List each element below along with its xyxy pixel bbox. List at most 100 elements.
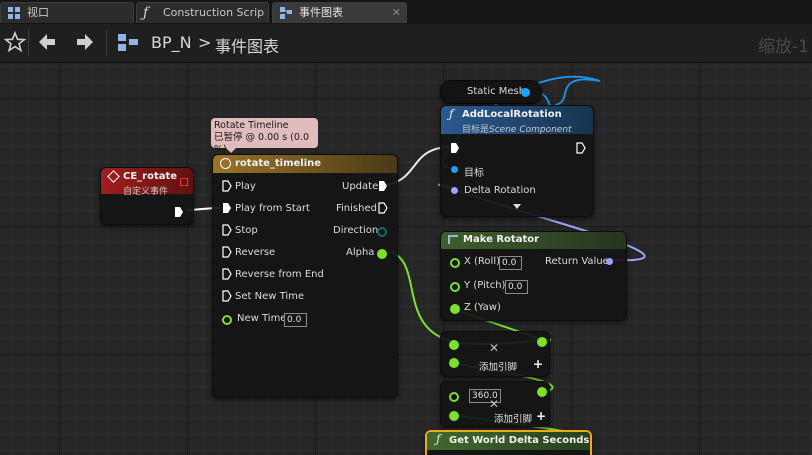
exec-out-pin[interactable] [378,202,388,214]
object-out-pin[interactable] [521,88,530,97]
exec-out-pin[interactable] [378,180,388,192]
clock-icon [220,158,231,169]
pin-x-roll: X (Roll) [464,256,501,267]
pin-finished: Finished [336,203,377,214]
comment-pointer [226,148,236,153]
pin-alpha: Alpha [346,247,375,258]
toolbar: BP_N > 事件图表 缩放-1 [0,24,812,63]
exec-out-pin[interactable] [576,142,586,154]
pin-play-from-start: Play from Start [235,203,310,214]
exec-in-pin[interactable] [222,268,232,280]
exec-out-pin[interactable] [174,206,184,218]
zoom-level: 缩放-1 [758,37,809,57]
pin-new-time: New Time [237,313,287,324]
struct-out-pin[interactable] [606,258,613,265]
expand-arrow-icon[interactable] [513,204,521,209]
float-in-pin[interactable] [450,304,460,314]
exec-in-pin[interactable] [222,180,232,192]
node-title: Make Rotator [463,234,540,245]
variable-label: Static Mesh [467,86,526,97]
node-title: AddLocalRotation [462,109,562,120]
tab-event-graph[interactable]: 事件图表 ✕ [272,2,407,23]
exec-in-pin[interactable] [222,290,232,302]
pin-delta-rotation: Delta Rotation [464,185,536,196]
float-in-pin[interactable] [450,282,460,292]
tab-viewport[interactable]: 视口 [0,2,134,23]
close-icon[interactable]: ✕ [392,3,401,23]
static-mesh-variable-node[interactable]: Static Mesh [440,80,542,104]
add-pin-plus-icon[interactable]: + [536,409,546,423]
multiply-icon: ✕ [489,341,500,355]
exec-in-pin[interactable] [222,246,232,258]
favorite-star-icon[interactable] [3,30,28,55]
pin-set-new-time: Set New Time [235,291,305,302]
float-in-pin[interactable] [222,315,232,325]
exec-in-pin[interactable] [450,142,460,154]
subtitle-class: Scene Component [489,125,572,135]
add-pin-label[interactable]: 添加引脚 [494,411,532,425]
wires-layer [185,75,646,440]
float-in-pin[interactable] [449,358,459,368]
add-local-rotation-node[interactable]: ƒ AddLocalRotation 目标是Scene Component 目标… [440,105,594,217]
node-title: rotate_timeline [235,158,322,169]
pin-y-pitch: Y (Pitch) [464,280,506,291]
y-pitch-input[interactable]: 0.0 [505,280,528,294]
exec-in-pin[interactable] [222,202,232,214]
blueprint-graph-icon [116,31,140,55]
pin-reverse: Reverse [235,247,276,258]
function-icon: ƒ [143,5,149,21]
tab-label: Construction Scrip [163,6,265,19]
float-in-pin[interactable] [450,258,460,268]
pin-z-yaw: Z (Yaw) [464,302,501,313]
float-in-pin[interactable] [449,340,459,350]
tab-bar: 视口 ƒ Construction Scrip 事件图表 ✕ [0,0,812,24]
pin-direction: Direction [333,225,379,236]
pin-play: Play [235,181,256,192]
timeline-node[interactable]: rotate_timeline Play Play from Start Sto… [212,154,398,398]
custom-event-node[interactable]: CE_rotate 自定义事件 [100,167,194,225]
graph-canvas[interactable]: Rotate Timeline 已暂停 @ 0.00 s (0.0 %) CE_… [0,63,812,455]
back-arrow-icon[interactable] [36,31,60,55]
float-out-pin[interactable] [537,387,547,397]
comment-line-1: Rotate Timeline [214,120,289,131]
struct-in-pin[interactable] [451,187,458,194]
float-out-pin[interactable] [537,337,547,347]
toolbar-divider [106,30,107,56]
x-roll-input[interactable]: 0.0 [499,256,522,270]
tab-construction-script[interactable]: ƒ Construction Scrip [136,2,269,23]
tab-label: 视口 [27,6,49,19]
function-icon: ƒ [449,107,454,121]
toolbar-divider [28,30,29,56]
object-in-pin[interactable] [451,166,458,173]
multiply-node[interactable]: ✕ 添加引脚 + [440,331,550,377]
forward-arrow-icon[interactable] [74,31,98,55]
breadcrumb-separator: > [198,33,212,52]
node-subtitle: 目标是Scene Component [462,122,572,135]
exec-in-pin[interactable] [222,224,232,236]
new-time-input[interactable]: 0.0 [284,313,307,327]
tab-label: 事件图表 [299,6,343,19]
make-rotator-node[interactable]: Make Rotator X (Roll) 0.0 Y (Pitch) 0.0 … [440,231,627,321]
float-in-pin[interactable] [449,411,459,421]
pin-stop: Stop [235,225,258,236]
get-world-delta-seconds-node[interactable]: ƒ Get World Delta Seconds [425,430,592,455]
breadcrumb-graph[interactable]: 事件图表 [215,33,279,57]
add-pin-label[interactable]: 添加引脚 [479,359,517,373]
pin-target: 目标 [464,168,484,179]
breadcrumb-blueprint[interactable]: BP_N [151,33,192,52]
timeline-comment: Rotate Timeline 已暂停 @ 0.00 s (0.0 %) [211,118,318,155]
node-title: CE_rotate [123,171,178,182]
float-in-pin[interactable] [449,392,459,402]
delegate-pin[interactable] [180,178,188,186]
event-graph-icon [279,6,293,20]
float-out-pin[interactable] [377,249,387,259]
pin-return-value: Return Value [545,256,609,267]
viewport-icon [7,6,21,20]
multiply-icon: ✕ [489,397,500,411]
enum-out-pin[interactable] [377,227,387,237]
pin-update: Update [342,181,379,192]
make-struct-icon [448,235,458,244]
add-pin-plus-icon[interactable]: + [533,357,543,371]
node-subtitle: 自定义事件 [123,187,169,197]
multiply-node[interactable]: 360.0 ✕ 添加引脚 + [440,381,550,427]
